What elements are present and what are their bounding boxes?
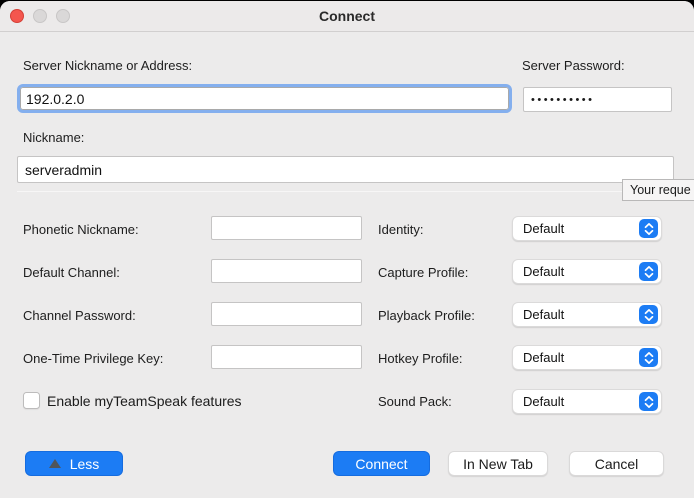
cancel-button-label: Cancel bbox=[595, 456, 639, 472]
server-password-input[interactable] bbox=[523, 87, 672, 112]
less-button[interactable]: Less bbox=[25, 451, 123, 476]
in-new-tab-button-label: In New Tab bbox=[463, 456, 533, 472]
identity-dropdown[interactable]: Default bbox=[512, 216, 662, 241]
updown-chevron-icon bbox=[639, 392, 658, 411]
privilege-key-label: One-Time Privilege Key: bbox=[23, 351, 163, 366]
connect-button-label: Connect bbox=[355, 456, 407, 472]
channel-password-label: Channel Password: bbox=[23, 308, 136, 323]
title-bar: Connect bbox=[0, 1, 694, 32]
in-new-tab-button[interactable]: In New Tab bbox=[448, 451, 548, 476]
updown-chevron-icon bbox=[639, 348, 658, 367]
channel-password-input[interactable] bbox=[211, 302, 362, 326]
hotkey-profile-label: Hotkey Profile: bbox=[378, 351, 463, 366]
capture-profile-label: Capture Profile: bbox=[378, 265, 468, 280]
updown-chevron-icon bbox=[639, 219, 658, 238]
cancel-button[interactable]: Cancel bbox=[569, 451, 664, 476]
section-divider bbox=[17, 191, 677, 192]
sound-pack-label: Sound Pack: bbox=[378, 394, 452, 409]
server-password-label: Server Password: bbox=[522, 58, 625, 73]
capture-profile-dropdown-value: Default bbox=[523, 264, 564, 279]
identity-dropdown-value: Default bbox=[523, 221, 564, 236]
sound-pack-dropdown-value: Default bbox=[523, 394, 564, 409]
updown-chevron-icon bbox=[639, 305, 658, 324]
connect-button[interactable]: Connect bbox=[333, 451, 430, 476]
playback-profile-label: Playback Profile: bbox=[378, 308, 475, 323]
myteamspeak-checkbox-label: Enable myTeamSpeak features bbox=[47, 393, 242, 409]
server-address-label: Server Nickname or Address: bbox=[23, 58, 192, 73]
nickname-label: Nickname: bbox=[23, 130, 84, 145]
capture-profile-dropdown[interactable]: Default bbox=[512, 259, 662, 284]
updown-chevron-icon bbox=[639, 262, 658, 281]
phonetic-nickname-input[interactable] bbox=[211, 216, 362, 240]
default-channel-input[interactable] bbox=[211, 259, 362, 283]
playback-profile-dropdown[interactable]: Default bbox=[512, 302, 662, 327]
server-address-field-focus-ring bbox=[17, 84, 512, 113]
myteamspeak-checkbox[interactable] bbox=[23, 392, 40, 409]
privilege-key-input[interactable] bbox=[211, 345, 362, 369]
playback-profile-dropdown-value: Default bbox=[523, 307, 564, 322]
identity-label: Identity: bbox=[378, 222, 424, 237]
hotkey-profile-dropdown[interactable]: Default bbox=[512, 345, 662, 370]
collapse-triangle-icon bbox=[49, 459, 61, 468]
connect-dialog: Connect Server Nickname or Address: Serv… bbox=[0, 1, 694, 498]
hotkey-profile-dropdown-value: Default bbox=[523, 350, 564, 365]
window-title: Connect bbox=[0, 8, 694, 24]
less-button-label: Less bbox=[70, 456, 100, 472]
server-address-input[interactable] bbox=[20, 87, 509, 110]
default-channel-label: Default Channel: bbox=[23, 265, 120, 280]
tooltip: Your reque bbox=[622, 179, 694, 201]
phonetic-nickname-label: Phonetic Nickname: bbox=[23, 222, 139, 237]
nickname-input[interactable] bbox=[17, 156, 674, 183]
sound-pack-dropdown[interactable]: Default bbox=[512, 389, 662, 414]
